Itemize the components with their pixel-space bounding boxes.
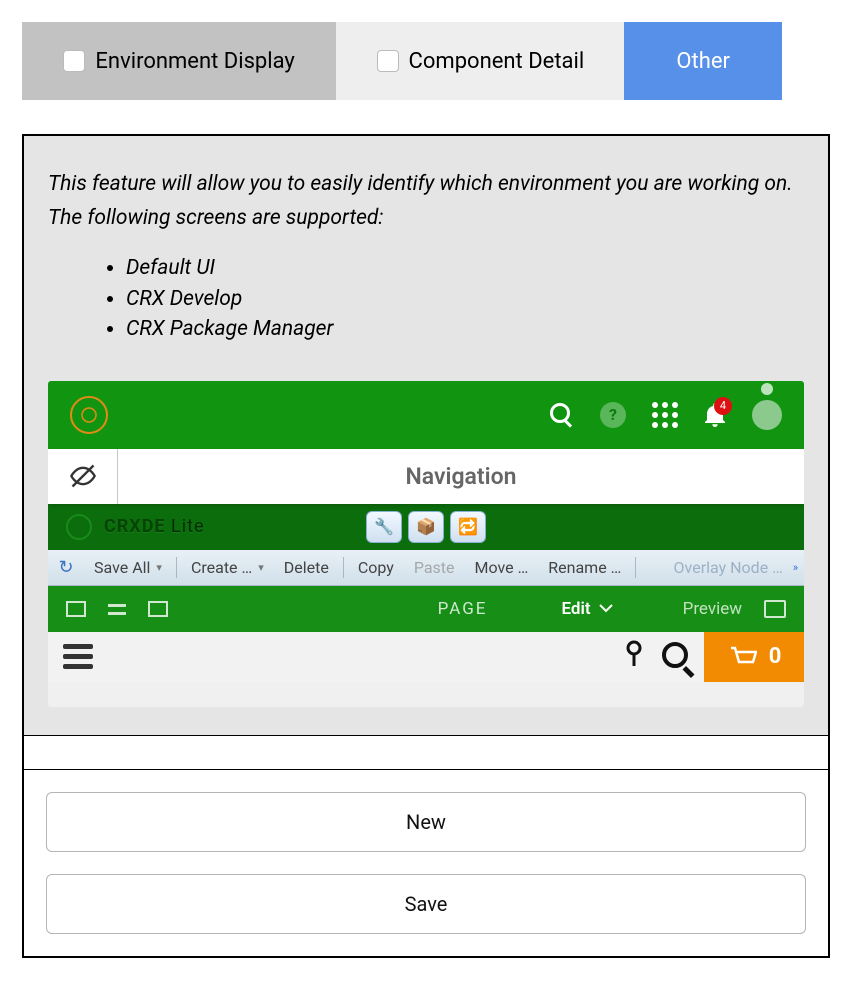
tool-chip-icon[interactable]: 🔧 (366, 511, 402, 543)
save-all-button[interactable]: Save All (84, 550, 172, 585)
checkbox-icon[interactable] (63, 50, 85, 72)
annotate-icon[interactable] (764, 600, 786, 618)
move-button[interactable]: Move … (465, 550, 539, 585)
navigation-title: Navigation (118, 463, 804, 490)
avatar-icon[interactable] (752, 400, 782, 430)
rename-button[interactable]: Rename … (538, 550, 631, 585)
site-header-strip: 0 (48, 632, 804, 682)
tab-component-detail[interactable]: Component Detail (336, 22, 624, 100)
crxde-toolbar: ↻ Save All Create … Delete Copy Paste Mo… (48, 550, 804, 586)
notification-count: 4 (714, 397, 732, 415)
cart-button[interactable]: 0 (704, 632, 804, 682)
edit-mode-dropdown[interactable]: Edit (561, 599, 612, 619)
panel-icon[interactable] (66, 601, 86, 617)
search-icon[interactable] (550, 403, 574, 427)
crxde-logo-icon (66, 514, 92, 540)
tab-other[interactable]: Other (624, 22, 782, 100)
delete-button[interactable]: Delete (274, 550, 339, 585)
overlay-node-button[interactable]: Overlay Node … (664, 550, 787, 585)
crxde-label: CRXDE Lite (104, 516, 205, 537)
save-button[interactable]: Save (46, 874, 806, 934)
refresh-icon[interactable]: ↻ (48, 557, 84, 578)
location-icon[interactable] (622, 638, 646, 675)
copy-button[interactable]: Copy (348, 550, 404, 585)
supported-list: Default UI CRX Develop CRX Package Manag… (48, 253, 804, 344)
tool-chip-icon[interactable]: 🔁 (450, 511, 486, 543)
preview-button[interactable]: Preview (683, 599, 742, 619)
paste-button: Paste (404, 550, 465, 585)
help-icon[interactable]: ? (600, 402, 626, 428)
sliders-icon[interactable] (108, 600, 126, 618)
list-item: Default UI (126, 253, 804, 283)
tab-label: Other (676, 49, 730, 74)
create-button[interactable]: Create … (181, 550, 274, 585)
aem-header: ? 4 (48, 381, 804, 449)
apps-grid-icon[interactable] (652, 402, 678, 428)
menu-icon[interactable] (48, 644, 108, 669)
logo-icon (70, 396, 108, 434)
visibility-icon[interactable] (48, 449, 118, 504)
navigation-bar: Navigation (48, 449, 804, 504)
page-label[interactable]: PAGE (438, 599, 488, 619)
action-buttons: New Save (24, 769, 828, 956)
layout-icon[interactable] (148, 601, 168, 617)
list-item: CRX Develop (126, 284, 804, 314)
cart-count: 0 (769, 644, 782, 669)
tab-label: Component Detail (409, 49, 585, 74)
tool-chip-icon[interactable]: 📦 (408, 511, 444, 543)
notifications-icon[interactable]: 4 (704, 403, 726, 427)
tabs-row: Environment Display Component Detail Oth… (22, 22, 782, 100)
more-icon[interactable]: » (787, 561, 804, 574)
tab-label: Environment Display (95, 49, 294, 74)
search-icon[interactable] (662, 642, 688, 668)
settings-panel: This feature will allow you to easily id… (22, 134, 830, 958)
list-item: CRX Package Manager (126, 314, 804, 344)
description-box: This feature will allow you to easily id… (24, 136, 828, 735)
feature-description: This feature will allow you to easily id… (48, 168, 804, 235)
checkbox-icon[interactable] (377, 50, 399, 72)
tab-environment-display[interactable]: Environment Display (22, 22, 336, 100)
panel-divider (24, 735, 828, 769)
example-screenshot: ? 4 Navigation (48, 381, 804, 707)
editor-actionbar: PAGE Edit Preview (48, 586, 804, 632)
crxde-tool-chips: 🔧 📦 🔁 (366, 511, 486, 543)
crxde-bar: CRXDE Lite 🔧 📦 🔁 (48, 504, 804, 550)
new-button[interactable]: New (46, 792, 806, 852)
